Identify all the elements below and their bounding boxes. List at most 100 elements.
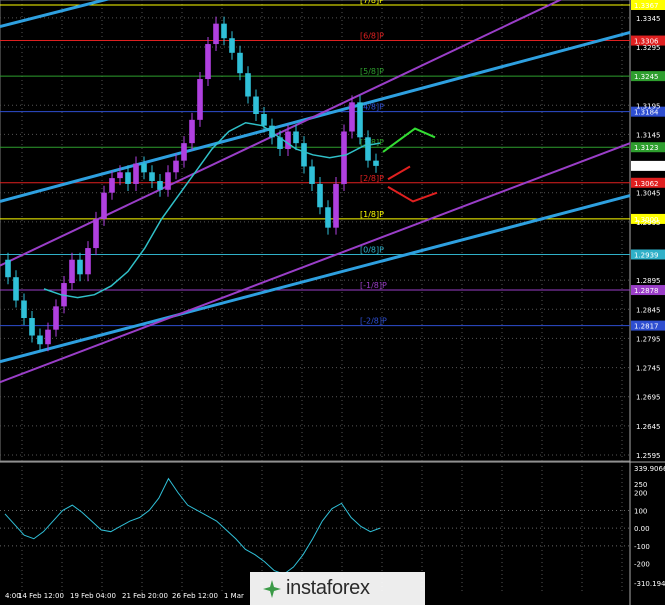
candle-body: [349, 102, 355, 132]
cci-tick-label: -200: [634, 561, 650, 569]
candle-body: [53, 306, 59, 330]
candle-body: [133, 163, 139, 184]
price-tick-label: 1.2995: [636, 219, 661, 227]
candle-body: [85, 248, 91, 275]
price-tick-label: 1.2695: [636, 394, 661, 402]
candle-body: [13, 277, 19, 301]
time-tick-label: 21 Feb 20:00: [122, 592, 168, 600]
candle-body: [181, 143, 187, 161]
price-tick-label: 1.2595: [636, 452, 661, 460]
time-axis: 4:0014 Feb 12:00 19 Feb 04:00 21 Feb 20:00…: [5, 592, 244, 600]
price-tick-label: 1.3045: [636, 190, 661, 198]
candle-body: [357, 102, 363, 138]
candle-body: [101, 192, 107, 219]
candle-body: [165, 172, 171, 190]
candle-body: [5, 259, 11, 278]
channel-lines: [0, 0, 631, 384]
price-tick-label: 1.3345: [636, 15, 661, 23]
candle-body: [149, 172, 155, 182]
channel-line: [0, 142, 631, 384]
murray-level-label: [-1/8]P: [360, 281, 387, 290]
instaforex-logo-text: instaforex: [286, 577, 370, 599]
candle-body: [285, 131, 291, 149]
murray-price-tag-text: 1.3245: [634, 73, 659, 81]
candle-body: [205, 44, 211, 80]
instaforex-logo-icon: [262, 579, 282, 599]
candle-body: [21, 300, 27, 319]
murray-level-label: [6/8]P: [360, 32, 384, 41]
time-tick-label: 19 Feb 04:00: [70, 592, 116, 600]
candle-body: [37, 335, 43, 345]
cci-tick-label: 339.9066: [634, 465, 665, 473]
cci-tick-label: 0.00: [634, 525, 650, 533]
murray-price-tag-text: 1.2939: [634, 251, 659, 259]
candle-body: [125, 172, 131, 184]
candle-body: [301, 143, 307, 167]
candle-body: [109, 178, 115, 193]
candle-body: [221, 23, 227, 39]
candle-body: [229, 38, 235, 53]
candle-body: [157, 181, 163, 190]
candle-body: [69, 259, 75, 284]
murray-price-tag-text: 1.3367: [634, 2, 659, 10]
price-tick-label: 1.2645: [636, 423, 661, 431]
price-tick-label: 1.3295: [636, 44, 661, 52]
cci-tick-label: 250: [634, 481, 647, 489]
forecast-arrows: [382, 127, 438, 203]
candle-body: [141, 163, 147, 173]
price-tick-label: 1.3145: [636, 131, 661, 139]
murray-level-label: [2/8]P: [360, 174, 384, 183]
chart: [7/8]P1.3367[6/8]P1.3306[5/8]P1.3245[4/8…: [0, 0, 665, 605]
murray-level-label: [7/8]P: [360, 0, 384, 5]
murray-level-label: [-2/8]P: [360, 317, 387, 326]
candle-body: [365, 137, 371, 161]
candle-body: [253, 96, 259, 115]
candle-body: [245, 73, 251, 97]
murray-level-label: [0/8]P: [360, 245, 384, 254]
candle-body: [373, 160, 379, 166]
price-tick-label: 1.3195: [636, 102, 661, 110]
cci-indicator: [0, 477, 630, 575]
murray-price-tag-text: 1.2878: [634, 287, 659, 295]
cci-tick-label: -100: [634, 543, 650, 551]
candle-body: [189, 119, 195, 144]
candle-body: [213, 23, 219, 45]
channel-line: [0, 0, 111, 29]
grid-lines: [0, 0, 665, 605]
candle-body: [341, 131, 347, 184]
candle-body: [173, 160, 179, 173]
current-price-text: 1.3091: [634, 163, 659, 171]
cci-tick-label: -310.194: [634, 580, 665, 588]
candle-body: [309, 166, 315, 184]
candle-body: [333, 183, 339, 228]
time-tick-label: 1 Mar: [224, 592, 244, 600]
candle-body: [325, 207, 331, 228]
price-tick-label: 1.2845: [636, 306, 661, 314]
instaforex-watermark: instaforex: [250, 572, 425, 605]
murray-price-tag-text: 1.3123: [634, 144, 659, 152]
candle-body: [77, 259, 83, 275]
murray-level-label: [5/8]P: [360, 67, 384, 76]
candle-body: [197, 79, 203, 120]
candle-body: [317, 183, 323, 208]
price-axis: 1.3345 1.3295 1.3195 1.3145 1.3045 1.2995 1.28…: [631, 15, 665, 588]
candle-body: [293, 131, 299, 144]
candle-body: [261, 114, 267, 126]
price-tick-label: 1.2795: [636, 335, 661, 343]
forecast-arrow: [382, 127, 436, 153]
candle-body: [29, 318, 35, 336]
candle-body: [45, 329, 51, 345]
murray-price-tag-text: 1.2817: [634, 323, 659, 331]
price-tick-label: 1.2745: [636, 365, 661, 373]
murray-price-tag-text: 1.3062: [634, 180, 659, 188]
cci-line: [4, 477, 381, 575]
candle-body: [93, 218, 99, 249]
time-tick-label: 26 Feb 12:00: [172, 592, 218, 600]
cci-tick-label: 200: [634, 490, 647, 498]
forecast-arrow: [387, 186, 438, 203]
forecast-arrow: [387, 165, 411, 181]
candle-body: [237, 52, 243, 74]
candle-body: [117, 172, 123, 179]
cci-tick-label: 100: [634, 507, 647, 515]
price-tick-label: 1.2895: [636, 277, 661, 285]
